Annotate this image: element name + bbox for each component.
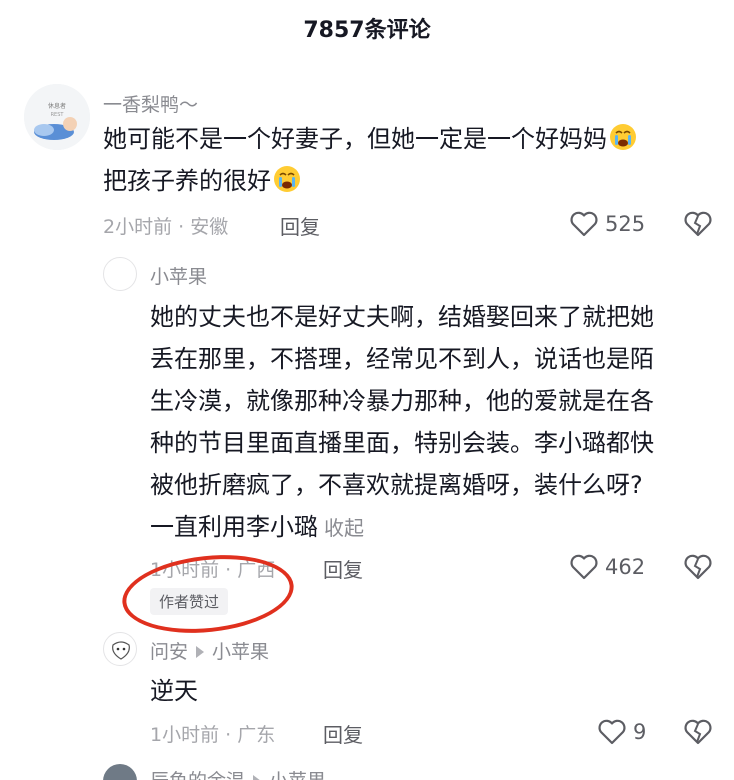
- collapse-button[interactable]: 收起: [324, 516, 364, 540]
- reply-button[interactable]: 回复: [323, 554, 363, 583]
- dislike-button[interactable]: [683, 718, 713, 750]
- comment-username[interactable]: 问安 小苹果: [150, 637, 269, 664]
- broken-heart-icon: [684, 554, 712, 580]
- heart-icon: [570, 211, 598, 237]
- like-count: 462: [605, 555, 646, 579]
- comment-line: 被他折磨疯了，不喜欢就提离婚呀，装什么呀?: [150, 471, 643, 499]
- comment-username[interactable]: 一香梨鸭～: [103, 90, 198, 117]
- reply-button[interactable]: 回复: [323, 719, 363, 748]
- like-button[interactable]: 9: [597, 718, 646, 746]
- svg-text:REST: REST: [51, 112, 65, 118]
- avatar[interactable]: [103, 764, 137, 780]
- comment-line: 逆天: [150, 677, 198, 705]
- like-button[interactable]: 462: [569, 553, 645, 581]
- comment-line: 种的节目里面直播里面，特别会装。李小璐都快: [150, 429, 654, 457]
- avatar[interactable]: 休息者 REST: [24, 84, 90, 150]
- comment-username[interactable]: 小苹果: [150, 262, 207, 289]
- crying-face-emoji: [610, 124, 636, 150]
- comment-line: 丢在那里，不搭理，经常见不到人，说话也是陌: [150, 345, 654, 373]
- comment-text: 逆天: [150, 670, 198, 712]
- broken-heart-icon: [684, 211, 712, 237]
- like-count: 9: [633, 720, 647, 744]
- comment-count-title: 7857条评论: [303, 18, 431, 43]
- dislike-button[interactable]: [683, 553, 713, 585]
- baby-sleeping-avatar-icon: 休息者 REST: [24, 84, 90, 150]
- comment-line: 生冷漠，就像那种冷暴力那种，他的爱就是在各: [150, 387, 654, 415]
- heart-icon: [598, 719, 626, 745]
- heart-icon: [570, 554, 598, 580]
- like-button[interactable]: 525: [569, 210, 645, 238]
- cartoon-dog-avatar-icon: [112, 641, 130, 660]
- reply-arrow-icon: [196, 645, 205, 658]
- avatar[interactable]: [103, 632, 137, 666]
- broken-heart-icon: [684, 719, 712, 745]
- reply-button[interactable]: 回复: [280, 211, 320, 240]
- reply-arrow-icon: [253, 774, 262, 780]
- comments-header: 7857条评论: [0, 0, 734, 56]
- avatar[interactable]: [103, 257, 137, 291]
- comment-text: 她可能不是一个好妻子，但她一定是一个好妈妈 把孩子养的很好: [103, 118, 637, 202]
- comment-username[interactable]: 辰鱼的余温小苹果: [150, 766, 326, 780]
- comment-time-location: 1小时前 · 广东: [150, 724, 276, 746]
- like-count: 525: [605, 212, 646, 236]
- comment-line: 一直利用李小璐: [150, 513, 318, 541]
- comment-line: 把孩子养的很好: [103, 167, 271, 195]
- comment-line: 她可能不是一个好妻子，但她一定是一个好妈妈: [103, 125, 607, 153]
- svg-text:休息者: 休息者: [48, 102, 66, 110]
- dislike-button[interactable]: [683, 210, 713, 242]
- comment-text: 她的丈夫也不是好丈夫啊，结婚娶回来了就把她 丢在那里，不搭理，经常见不到人，说话…: [150, 296, 654, 549]
- comment-line: 她的丈夫也不是好丈夫啊，结婚娶回来了就把她: [150, 303, 654, 331]
- crying-face-emoji: [274, 166, 300, 192]
- comment-time-location: 2小时前 · 安徽: [103, 216, 229, 238]
